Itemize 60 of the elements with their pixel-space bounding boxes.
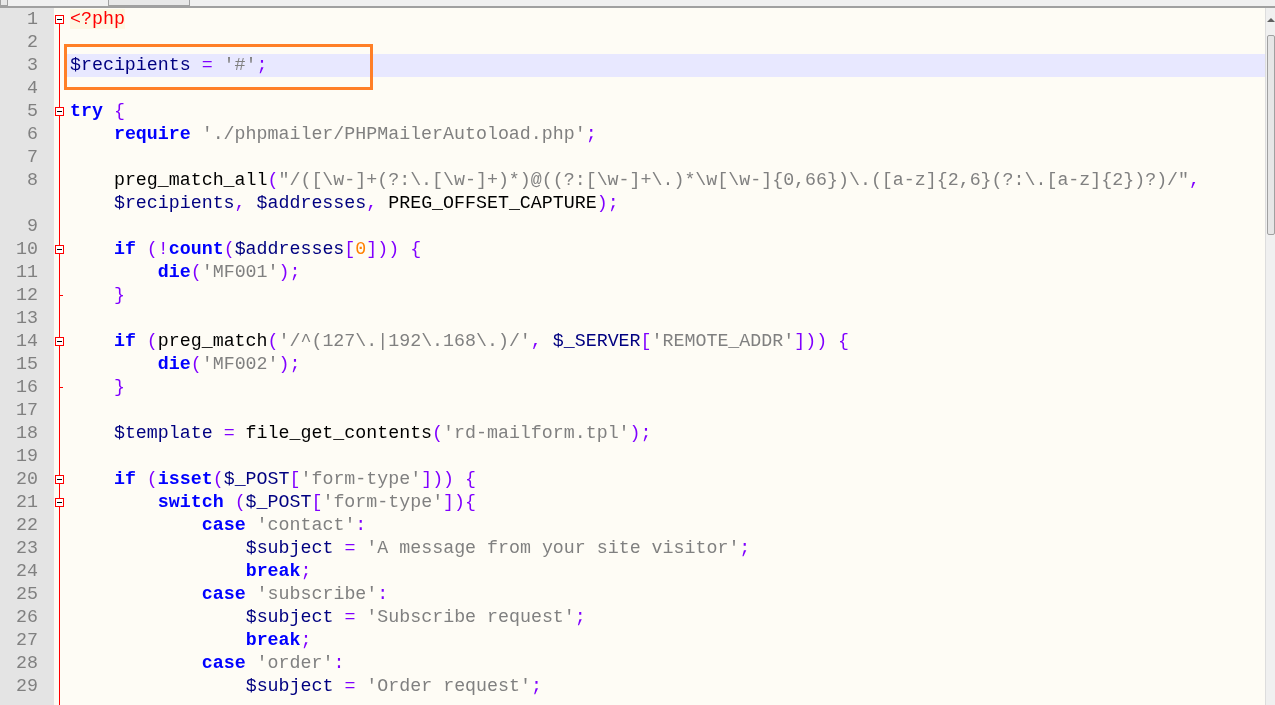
- fold-toggle-icon[interactable]: [55, 475, 64, 484]
- line-number: 23: [16, 538, 38, 558]
- line-number: 20: [16, 469, 38, 489]
- code-line: if (!count($addresses[0])) {: [113, 239, 422, 259]
- line-number: 26: [16, 607, 38, 627]
- line-number: 10: [16, 239, 38, 259]
- code-line: break;: [245, 630, 312, 650]
- line-number: 8: [27, 170, 38, 190]
- line-number: 28: [16, 653, 38, 673]
- code-line: require './phpmailer/PHPMailerAutoload.php';: [113, 124, 597, 144]
- line-number: 2: [27, 32, 38, 52]
- code-line: switch ($_POST['form-type']){: [157, 492, 477, 512]
- code-line: $recipients, $addresses, PREG_OFFSET_CAPTURE);: [113, 193, 619, 213]
- line-number: 25: [16, 584, 38, 604]
- code-line: die('MF002');: [157, 354, 301, 374]
- line-number: 4: [27, 78, 38, 98]
- line-number: 9: [27, 216, 38, 236]
- code-line: if (preg_match('/^(127\.|192\.168\.)/', $_SERVER['REMOTE_ADDR'])) {: [113, 331, 850, 351]
- line-number: 17: [16, 400, 38, 420]
- scroll-up-icon[interactable]: [1267, 18, 1275, 22]
- line-number: 7: [27, 147, 38, 167]
- line-number: 15: [16, 354, 38, 374]
- line-number: 5: [27, 101, 38, 121]
- code-line: $subject = 'A message from your site visitor';: [245, 538, 751, 558]
- line-number: 6: [27, 124, 38, 144]
- fold-toggle-icon[interactable]: [55, 15, 64, 24]
- code-line: $recipients = '#';: [70, 55, 268, 75]
- scrollbar-thumb[interactable]: [1267, 35, 1275, 235]
- line-number: 22: [16, 515, 38, 535]
- code-line: preg_match_all("/([\w-]+(?:\.[\w-]+)*)@((?:[\w-]+\.)*\w[\w-]{0,66})\.([a-z]{2,6}(?:\.[a-z]{2})?)/",: [113, 170, 1201, 190]
- line-number: 16: [16, 377, 38, 397]
- line-number: 18: [16, 423, 38, 443]
- code-line: try {: [70, 101, 125, 121]
- code-line: $template = file_get_contents('rd-mailform.tpl');: [113, 423, 652, 443]
- line-number: 14: [16, 331, 38, 351]
- line-number: 27: [16, 630, 38, 650]
- code-line: }: [113, 285, 125, 305]
- fold-toggle-icon[interactable]: [55, 498, 64, 507]
- line-number: 3: [27, 55, 38, 75]
- code-line: case 'subscribe':: [201, 584, 389, 604]
- line-number: 11: [16, 262, 38, 282]
- code-line: case 'contact':: [201, 515, 367, 535]
- line-number: 24: [16, 561, 38, 581]
- vertical-scrollbar[interactable]: [1265, 8, 1275, 705]
- code-line: }: [113, 377, 125, 397]
- code-line: $subject = 'Order request';: [245, 676, 542, 696]
- fold-toggle-icon[interactable]: [55, 245, 64, 254]
- line-number: 12: [16, 285, 38, 305]
- code-line: die('MF001');: [157, 262, 301, 282]
- code-line: break;: [245, 561, 312, 581]
- line-number: 29: [16, 676, 38, 696]
- fold-toggle-icon[interactable]: [55, 337, 64, 346]
- line-number: 1: [27, 9, 38, 29]
- code-line: case 'order':: [201, 653, 345, 673]
- code-line: if (isset($_POST['form-type'])) {: [113, 469, 476, 489]
- line-number: 19: [16, 446, 38, 466]
- fold-toggle-icon[interactable]: [55, 107, 64, 116]
- line-number: 13: [16, 308, 38, 328]
- line-number: 21: [16, 492, 38, 512]
- code-line: $subject = 'Subscribe request';: [245, 607, 586, 627]
